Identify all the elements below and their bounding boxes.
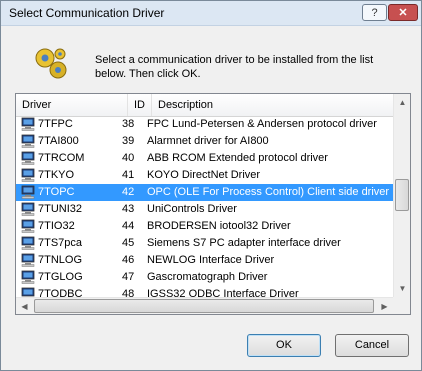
computer-icon [21, 202, 35, 216]
scroll-up-icon[interactable]: ▲ [394, 94, 410, 111]
driver-description: BRODERSEN iotool32 Driver [147, 220, 291, 232]
horizontal-scroll-thumb[interactable] [34, 299, 374, 313]
driver-id: 43 [122, 203, 135, 215]
vertical-scrollbar[interactable]: ▲ ▼ [393, 94, 410, 297]
driver-id: 38 [122, 118, 135, 130]
list-item[interactable]: 7TUNI32 43 UniControls Driver [16, 201, 393, 218]
driver-description: Alarmnet driver for AI800 [147, 135, 269, 147]
driver-name: 7TIO32 [38, 220, 75, 232]
horizontal-scrollbar[interactable]: ◀ ▶ [16, 297, 393, 314]
driver-name: 7TFPC [38, 118, 73, 130]
computer-icon [21, 219, 35, 233]
computer-icon [21, 134, 35, 148]
driver-id: 46 [122, 254, 135, 266]
driver-description: ABB RCOM Extended protocol driver [147, 152, 328, 164]
driver-name: 7TS7pca [38, 237, 83, 249]
list-item[interactable]: 7TKYO 41 KOYO DirectNet Driver [16, 167, 393, 184]
driver-description: UniControls Driver [147, 203, 237, 215]
driver-name: 7TNLOG [38, 254, 83, 266]
cancel-button[interactable]: Cancel [335, 334, 409, 357]
scroll-left-icon[interactable]: ◀ [16, 298, 33, 314]
list-rows: 7TFPC 38 FPC Lund-Petersen & Andersen prot… [16, 116, 393, 299]
driver-description: Siemens S7 PC adapter interface driver [147, 237, 341, 249]
scroll-right-icon[interactable]: ▶ [376, 298, 393, 314]
list-item[interactable]: 7TGLOG 47 Gascromatograph Driver [16, 269, 393, 286]
driver-description: FPC Lund-Petersen & Andersen protocol dr… [147, 118, 377, 130]
title-bar[interactable]: Select Communication Driver ? ✕ [1, 1, 421, 26]
driver-name: 7TGLOG [38, 271, 83, 283]
list-item[interactable]: 7TS7pca 45 Siemens S7 PC adapter interface… [16, 235, 393, 252]
computer-icon [21, 236, 35, 250]
list-item[interactable]: 7TNLOG 46 NEWLOG Interface Driver [16, 252, 393, 269]
driver-name: 7TAI800 [38, 135, 79, 147]
driver-id: 45 [122, 237, 135, 249]
list-item[interactable]: 7TIO32 44 BRODERSEN iotool32 Driver [16, 218, 393, 235]
vertical-scroll-thumb[interactable] [395, 179, 409, 211]
computer-icon [21, 253, 35, 267]
ok-button[interactable]: OK [247, 334, 321, 357]
driver-id: 42 [122, 186, 135, 198]
computer-icon [21, 270, 35, 284]
driver-id: 40 [122, 152, 135, 164]
dialog-window: Select Communication Driver ? ✕ Select a… [0, 0, 422, 371]
column-header-id[interactable]: ID [128, 94, 152, 116]
computer-icon [21, 185, 35, 199]
list-header: Driver ID Description [16, 94, 393, 117]
driver-id: 47 [122, 271, 135, 283]
computer-icon [21, 151, 35, 165]
driver-name: 7TRCOM [38, 152, 85, 164]
close-button[interactable]: ✕ [388, 4, 418, 21]
driver-description: Gascromatograph Driver [147, 271, 268, 283]
scroll-down-icon[interactable]: ▼ [394, 280, 410, 297]
driver-name: 7TUNI32 [38, 203, 83, 215]
list-item[interactable]: 7TRCOM 40 ABB RCOM Extended protocol drive… [16, 150, 393, 167]
driver-description: KOYO DirectNet Driver [147, 169, 261, 181]
driver-name: 7TKYO [38, 169, 75, 181]
list-item[interactable]: 7TFPC 38 FPC Lund-Petersen & Andersen prot… [16, 116, 393, 133]
driver-description: NEWLOG Interface Driver [147, 254, 275, 266]
driver-list[interactable]: Driver ID Description 7TFPC 38 FPC Lund-Pe… [15, 93, 411, 315]
computer-icon [21, 168, 35, 182]
driver-name: 7TOPC [38, 186, 75, 198]
driver-id: 41 [122, 169, 135, 181]
driver-id: 44 [122, 220, 135, 232]
list-item[interactable]: 7TOPC 42 OPC (OLE For Process Control) Cli… [16, 184, 393, 201]
column-header-driver[interactable]: Driver [16, 94, 128, 116]
column-header-description[interactable]: Description [152, 94, 393, 116]
computer-icon [21, 117, 35, 131]
instruction-text: Select a communication driver to be inst… [95, 54, 374, 80]
window-title: Select Communication Driver [9, 6, 165, 20]
gears-icon [35, 48, 67, 79]
driver-description: OPC (OLE For Process Control) Client sid… [147, 186, 390, 198]
scroll-corner [393, 297, 410, 314]
help-button[interactable]: ? [362, 4, 387, 21]
list-item[interactable]: 7TAI800 39 Alarmnet driver for AI800 [16, 133, 393, 150]
driver-id: 39 [122, 135, 135, 147]
